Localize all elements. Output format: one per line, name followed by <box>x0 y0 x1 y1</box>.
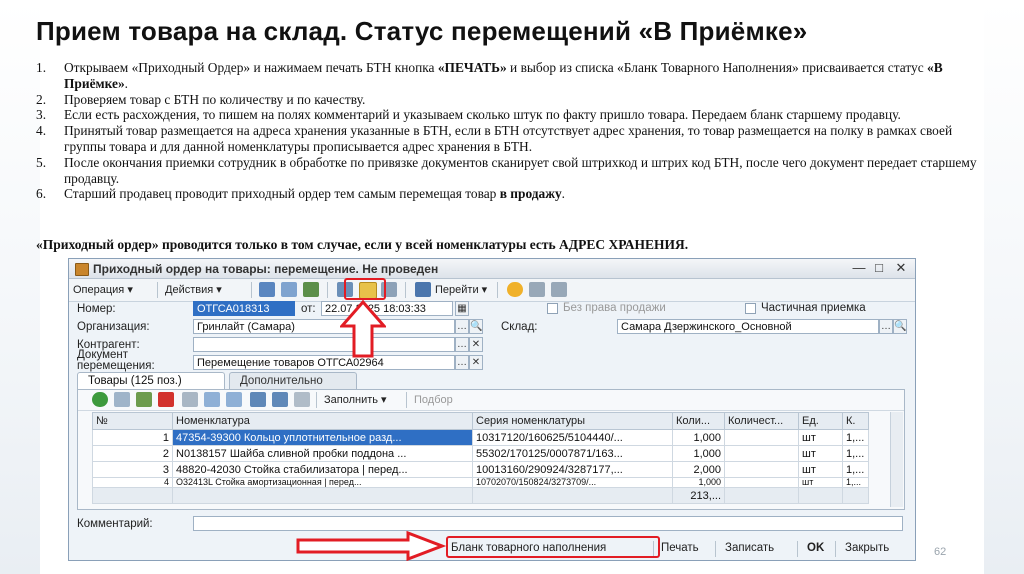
comment-label: Комментарий: <box>77 518 153 530</box>
open-organization-icon[interactable]: 🔍 <box>469 319 483 334</box>
step-2: 2. Проверяем товар с БТН по количеству и … <box>36 91 366 107</box>
table-toolbar: Заполнить ▾ Подбор <box>78 390 904 411</box>
arrow-right-icon <box>296 531 446 561</box>
goods-panel: Заполнить ▾ Подбор № Номенклатура Серия … <box>77 389 905 510</box>
sort-descending-icon[interactable] <box>272 392 288 407</box>
slide-background-left <box>0 0 40 574</box>
step-6: 6. Старший продавец проводит приходный ор… <box>36 186 566 202</box>
add-row-icon[interactable] <box>92 392 108 407</box>
table-scrollbar[interactable] <box>890 412 903 507</box>
product-fill-form-highlight <box>446 536 660 558</box>
print-button[interactable]: Печать <box>661 541 699 556</box>
storage-address-note: «Приходный ордер» проводится только в то… <box>36 237 689 252</box>
organization-label: Организация: <box>77 321 150 333</box>
steps-list: 1. Открываем «Приходный Ордер» и нажимаем… <box>36 60 991 202</box>
step-4: 4. Принятый товар размещается на адреса х… <box>36 123 953 154</box>
tab-additional[interactable]: Дополнительно <box>229 372 357 389</box>
table-row[interactable]: 2 N0138157 Шайба сливной пробки поддона .… <box>92 445 869 462</box>
select-organization-button[interactable]: … <box>455 319 469 334</box>
date-from-label: от: <box>301 303 316 315</box>
no-sale-label: Без права продажи <box>563 302 666 314</box>
select-warehouse-button[interactable]: … <box>879 319 893 334</box>
counterparty-field[interactable] <box>193 337 455 352</box>
edit-row-icon[interactable] <box>136 392 152 407</box>
number-label: Номер: <box>77 303 116 315</box>
table-row[interactable]: 3 48820-42030 Стойка стабилизатора | пере… <box>92 461 869 478</box>
receipt-order-window: Приходный ордер на товары: перемещение. … <box>68 258 916 561</box>
calendar-icon[interactable]: ▦ <box>455 301 469 316</box>
comment-field[interactable] <box>193 516 903 531</box>
table-icon[interactable] <box>551 282 567 297</box>
close-post-icon[interactable] <box>303 282 319 297</box>
goto-menu[interactable]: Перейти ▾ <box>435 282 487 298</box>
settings-icon[interactable] <box>294 392 310 407</box>
tab-goods[interactable]: Товары (125 поз.) <box>77 372 225 389</box>
table-total-row: 213,... <box>92 487 869 504</box>
clear-counterparty-icon[interactable]: ✕ <box>469 337 483 352</box>
partial-receipt-label: Частичная приемка <box>761 302 866 314</box>
page-number: 62 <box>934 546 947 558</box>
copy-row-icon[interactable] <box>114 392 130 407</box>
ok-button[interactable]: OK <box>807 541 824 556</box>
delete-row-icon[interactable] <box>158 392 174 407</box>
table-row[interactable]: 4 O32413L Стойка амортизационная | перед.… <box>92 477 869 488</box>
goods-table: № Номенклатура Серия номенклатуры Коли..… <box>92 412 869 504</box>
transfer-document-label: Документ перемещения: <box>77 349 155 372</box>
move-down-icon[interactable] <box>226 392 242 407</box>
actions-menu[interactable]: Действия ▾ <box>165 282 222 298</box>
table-header: № Номенклатура Серия номенклатуры Коли..… <box>92 412 869 430</box>
slide-title: Прием товара на склад. Статус перемещени… <box>36 16 808 46</box>
end-edit-icon[interactable] <box>182 392 198 407</box>
list-icon[interactable] <box>529 282 545 297</box>
save-button[interactable]: Записать <box>725 541 774 556</box>
close-icon[interactable]: ✕ <box>891 260 911 276</box>
post-icon[interactable] <box>259 282 275 297</box>
table-row[interactable]: 1 47354-39300 Кольцо уплотнительное разд.… <box>92 429 869 446</box>
no-sale-checkbox[interactable] <box>547 303 558 314</box>
clear-document-icon[interactable]: ✕ <box>469 355 483 370</box>
window-title: Приходный ордер на товары: перемещение. … <box>93 262 439 276</box>
organization-field[interactable]: Гринлайт (Самара) <box>193 319 455 334</box>
number-field[interactable]: ОТГСА018313 <box>193 301 295 316</box>
maximize-icon[interactable]: □ <box>869 260 889 276</box>
document-icon <box>75 263 89 276</box>
open-warehouse-icon[interactable]: 🔍 <box>893 319 907 334</box>
fill-menu[interactable]: Заполнить ▾ <box>324 392 387 408</box>
selection-button[interactable]: Подбор <box>414 392 453 408</box>
window-titlebar: Приходный ордер на товары: перемещение. … <box>69 259 915 279</box>
step-5: 5. После окончания приемки сотрудник в об… <box>36 154 977 186</box>
warehouse-field[interactable]: Самара Дзержинского_Основной <box>617 319 879 334</box>
save-icon[interactable] <box>281 282 297 297</box>
main-toolbar: Операция ▾ Действия ▾ Перейти ▾ <box>69 279 915 302</box>
select-document-button[interactable]: … <box>455 355 469 370</box>
arrow-down-icon[interactable] <box>415 282 431 297</box>
warehouse-label: Склад: <box>501 321 538 333</box>
partial-receipt-checkbox[interactable] <box>745 303 756 314</box>
sort-ascending-icon[interactable] <box>250 392 266 407</box>
minimize-icon[interactable]: — <box>849 260 869 276</box>
transfer-document-field[interactable]: Перемещение товаров ОТГСА02964 <box>193 355 455 370</box>
step-3: 3. Если есть расхождения, то пишем на пол… <box>36 107 901 123</box>
select-counterparty-button[interactable]: … <box>455 337 469 352</box>
help-icon[interactable] <box>507 282 523 297</box>
close-button[interactable]: Закрыть <box>845 541 889 556</box>
print-icon-highlight <box>344 278 386 300</box>
move-up-icon[interactable] <box>204 392 220 407</box>
arrow-up-icon <box>340 300 386 358</box>
operation-menu[interactable]: Операция ▾ <box>73 282 133 298</box>
step-1: 1. Открываем «Приходный Ордер» и нажимаем… <box>36 60 943 91</box>
